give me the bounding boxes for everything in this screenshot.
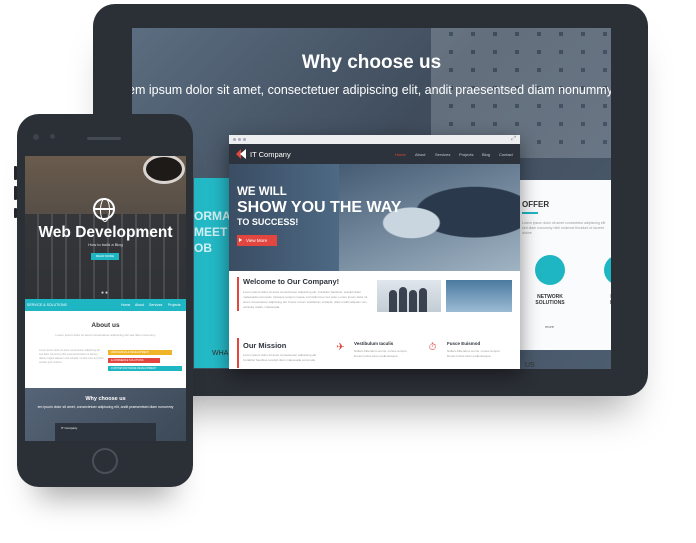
mission-title: Our Mission [243,341,287,350]
team-photo [377,280,441,312]
nav-services[interactable]: Services [435,152,450,157]
arrow-icon [239,238,242,242]
about-subtitle: Lorem ipsum dolor sit amet consectetuer … [55,333,156,337]
phone-nav-home[interactable]: Home [121,303,130,307]
phone-nav-projects[interactable]: Projects [168,303,181,307]
person-figure [419,288,427,312]
window-dot[interactable] [233,138,236,141]
nav-contact[interactable]: Contact [499,152,513,157]
speaker-grille [87,137,121,140]
offer-item-network: NETWORK SOLUTIONS [535,294,565,306]
welcome-accent-bar [237,277,239,311]
monitor-icon [535,255,565,285]
site-hero: WE WILL SHOW YOU THE WAY TO SUCCESS! Vie… [229,164,520,271]
slider-dots[interactable]: ●● [101,290,109,296]
skill-bar: E-COMMERCE SOLUTIONS [108,358,160,363]
view-more-button[interactable]: View More [237,235,277,246]
feature-1-title: Vestibulum Iaculis [354,341,394,346]
plane-icon: ✈ [336,342,345,353]
person-figure [389,290,397,312]
offer-title: OFFER [522,200,550,209]
read-more-button[interactable]: READ MORE [91,253,119,260]
stopwatch-icon: ⏱ [428,342,437,353]
us-section-label: US [525,362,535,369]
mission-text: Lorem ipsum dolor sit amet consectetuer … [243,353,317,362]
browser-title-bar: ⤢ [229,135,520,144]
feature-2-title: Fusce Euismod [447,341,481,346]
mission-accent-bar [237,338,239,368]
browser-window: ⤢ IT Company Home About Services Project… [229,135,520,369]
feature-2-text: Nullam bibendum at nisi, cursus tempor. … [447,349,501,358]
expand-icon[interactable]: ⤢ [511,136,516,143]
why-subtitle: em ipsum dolor sit amet, consectetuer ad… [37,405,174,409]
phone-hero-subtitle: How to build a Blog [88,242,123,247]
nav-home[interactable]: Home [395,152,406,157]
why-title: Why choose us [85,396,126,402]
logo-icon [236,149,246,159]
what-section-label: WHA [212,350,229,357]
view-more-label: View More [246,238,268,243]
welcome-text: Lorem ipsum dolor sit amet consectetuer … [243,290,368,309]
volume-button[interactable] [14,166,17,180]
hands-together-photo [446,280,512,312]
nav-projects[interactable]: Projects [459,152,473,157]
skill-bar: WEB DESIGN & DEVELOPMENT [108,350,172,355]
phone-logo[interactable]: SERVICE & SOLUTIONS [27,303,67,307]
phone-screen: Web Development How to build a Blog READ… [25,156,186,441]
welcome-title: Welcome to Our Company! [243,277,340,286]
window-dot[interactable] [238,138,241,141]
window-dot[interactable] [243,138,246,141]
hero-line-3: TO SUCCESS! [237,217,299,227]
nav-blog[interactable]: Blog [482,152,490,157]
phone-nav-about[interactable]: About [135,303,144,307]
site-logo[interactable]: IT Company [250,150,291,159]
sensor-icon [50,134,55,139]
offer-divider [522,212,538,214]
mini-logo: IT Company [61,426,78,430]
mute-switch[interactable] [14,208,17,218]
skill-bar: CUSTOM SOFTWARE DEVELOPMENT [108,366,182,371]
devices-mockup: Why choose us em ipsum dolor sit amet, c… [0,0,696,543]
nav-about[interactable]: About [415,152,425,157]
site-navbar: IT Company Home About Services Projects … [229,144,520,164]
tablet-hero-subtitle: em ipsum dolor sit amet, consectetuer ad… [132,83,611,97]
phone-nav-services[interactable]: Services [149,303,162,307]
behind-panel-left [194,178,234,368]
volume-button[interactable] [14,186,17,200]
person-figure [409,290,417,312]
behind-panel-left-text: ORMA MEET OB [194,209,231,255]
about-text: Lorem ipsum dolor sit amet consectetuer … [39,349,104,364]
phone-navbar: SERVICE & SOLUTIONS Home About Services … [25,299,186,311]
person-figure [399,287,407,312]
phone-hero-title: Web Development [38,224,173,241]
feature-1-text: Nullam bibendum at nisi, cursus tempor. … [354,349,408,358]
globe-icon [93,198,115,222]
handshake-image [339,164,520,271]
offer-more-link[interactable]: more [545,324,554,329]
about-title: About us [91,322,120,329]
tablet-hero-title: Why choose us [301,52,442,73]
camera-icon [33,134,39,140]
hero-line-2: SHOW YOU THE WAY [237,199,402,216]
hero-line-1: WE WILL [237,186,287,198]
offer-item-second: DA MA [594,294,611,306]
offer-text: Lorem ipsum dolor sit amet consectetur a… [522,221,606,235]
home-button[interactable] [92,448,118,474]
